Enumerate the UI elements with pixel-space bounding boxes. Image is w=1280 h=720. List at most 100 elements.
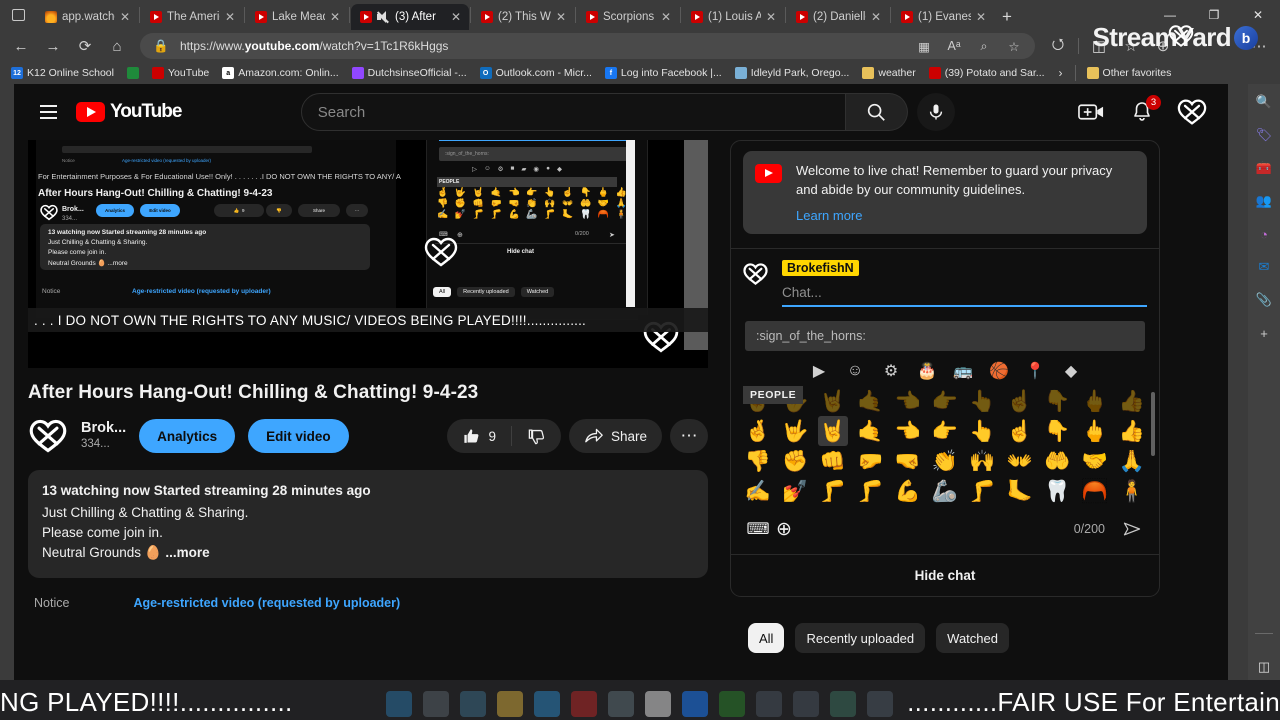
emoji-button[interactable]: 👉: [930, 386, 960, 416]
bookmark-item[interactable]: weather: [857, 65, 920, 81]
emoji-button[interactable]: ☝️: [1005, 386, 1035, 416]
address-bar[interactable]: 🔒 https://www.youtube.com/watch?v=1Tc1R6…: [140, 33, 1035, 59]
browser-essentials-icon[interactable]: ⭯: [1043, 32, 1073, 60]
video-player[interactable]: Notice Age-restricted video (requested b…: [28, 140, 708, 368]
emoji-button[interactable]: 🦵: [967, 476, 997, 506]
amazon-icon[interactable]: [645, 691, 671, 717]
file-explorer-icon[interactable]: [497, 691, 523, 717]
search-button[interactable]: [845, 93, 908, 131]
browser-tab[interactable]: Lake Mead Wa ✕: [246, 4, 348, 30]
emoji-button[interactable]: 👊: [818, 446, 848, 476]
search-icon[interactable]: 🔍: [1254, 92, 1274, 112]
emoji-button[interactable]: 👇: [1042, 386, 1072, 416]
places-icon[interactable]: 📍: [1025, 361, 1045, 380]
emoji-button[interactable]: 👆: [967, 416, 997, 446]
tab-close-icon[interactable]: ✕: [451, 11, 463, 23]
age-restricted-notice-link[interactable]: Age-restricted video (requested by uploa…: [133, 596, 400, 610]
emoji-button[interactable]: 🤛: [855, 446, 885, 476]
account-avatar-button[interactable]: [1174, 94, 1210, 130]
emoji-button[interactable]: 🦵: [855, 476, 885, 506]
emoji-button[interactable]: 🤲: [1042, 446, 1072, 476]
tab-close-icon[interactable]: ✕: [766, 11, 778, 23]
emoji-button[interactable]: 👆: [967, 386, 997, 416]
owner-avatar[interactable]: [28, 416, 68, 456]
steam-icon[interactable]: [608, 691, 634, 717]
search-input[interactable]: Search: [300, 93, 846, 131]
guide-menu-button[interactable]: [28, 92, 68, 132]
add-icon[interactable]: +: [1254, 323, 1274, 343]
emoji-button[interactable]: 💪: [893, 476, 923, 506]
voice-search-button[interactable]: [916, 93, 955, 131]
edge-icon[interactable]: [534, 691, 560, 717]
create-video-button[interactable]: [1074, 94, 1110, 130]
tab-close-icon[interactable]: ✕: [871, 11, 883, 23]
keyboard-icon[interactable]: ⌨: [745, 516, 771, 542]
bookmarks-overflow-button[interactable]: ›: [1053, 66, 1069, 80]
bookmark-item[interactable]: O Outlook.com - Micr...: [475, 65, 597, 81]
tab-close-icon[interactable]: ✕: [225, 11, 237, 23]
emoji-button[interactable]: 🙌: [967, 446, 997, 476]
emoji-button[interactable]: 🤙: [855, 416, 885, 446]
start-icon[interactable]: [386, 691, 412, 717]
bookmark-item[interactable]: f Log into Facebook |...: [600, 65, 727, 81]
tab-mute-icon[interactable]: [376, 11, 390, 24]
browser-tab[interactable]: (3) After ✕: [351, 4, 469, 30]
emoji-button[interactable]: 👉: [930, 416, 960, 446]
bookmark-item[interactable]: (39) Potato and Sar...: [924, 65, 1050, 81]
xbox-icon[interactable]: [719, 691, 745, 717]
smiley-icon[interactable]: ☺: [846, 361, 865, 380]
emoji-button[interactable]: ☝️: [1005, 416, 1035, 446]
emoji-button[interactable]: 👍: [1117, 386, 1147, 416]
browser-tab[interactable]: (2) This Week ✕: [472, 4, 574, 30]
emoji-button[interactable]: 👍: [1117, 416, 1147, 446]
browser-tab[interactable]: (1) Evanescen ✕: [892, 4, 994, 30]
show-more-link[interactable]: ...more: [165, 545, 209, 560]
tools-icon[interactable]: 🧰: [1254, 158, 1274, 178]
filter-chip[interactable]: Watched: [936, 623, 1009, 653]
bookmark-item[interactable]: [122, 65, 144, 81]
drop-icon[interactable]: 📎: [1254, 290, 1274, 310]
youtube-emoji-icon[interactable]: ▶: [810, 361, 829, 380]
emoji-button[interactable]: 🖕: [1080, 416, 1110, 446]
like-button[interactable]: 9: [447, 419, 511, 453]
emoji-button[interactable]: 🦷: [1042, 476, 1072, 506]
bookmark-item[interactable]: 12 K12 Online School: [6, 65, 119, 81]
emoji-button[interactable]: 👏: [930, 446, 960, 476]
emoji-button[interactable]: 🦾: [930, 476, 960, 506]
favorite-star-icon[interactable]: ☆: [1003, 35, 1025, 57]
tab-search-button[interactable]: [0, 0, 36, 30]
emoji-button[interactable]: 👐: [1005, 446, 1035, 476]
browser-tab[interactable]: (1) Louis Arms ✕: [682, 4, 784, 30]
app-icon-1[interactable]: [756, 691, 782, 717]
browser-tab[interactable]: The American ✕: [141, 4, 243, 30]
channel-name[interactable]: Brok...: [81, 420, 126, 437]
emoji-button[interactable]: 🤟: [780, 416, 810, 446]
browser-tab[interactable]: app.watchduty ✕: [36, 4, 138, 30]
emoji-button[interactable]: 🧍: [1117, 476, 1147, 506]
emoji-button[interactable]: 👇: [1042, 416, 1072, 446]
office-icon[interactable]: ◔: [1254, 224, 1274, 244]
learn-more-link[interactable]: Learn more: [796, 208, 1135, 223]
emoji-button[interactable]: ✊: [780, 446, 810, 476]
filter-chip[interactable]: All: [748, 623, 785, 653]
emoji-button[interactable]: 💅: [780, 476, 810, 506]
youtube-logo[interactable]: YouTube: [76, 101, 182, 123]
app-icon-4[interactable]: [867, 691, 893, 717]
notifications-button[interactable]: 3: [1124, 94, 1161, 130]
bookmark-item[interactable]: a Amazon.com: Onlin...: [217, 65, 343, 81]
browser-tab[interactable]: Scorpions Aco ✕: [577, 4, 679, 30]
share-button[interactable]: Share: [568, 419, 662, 453]
app-icon-2[interactable]: [793, 691, 819, 717]
food-icon[interactable]: 🎂: [917, 361, 937, 380]
emoji-button[interactable]: 🙏: [1117, 446, 1147, 476]
bookmark-other-favorites[interactable]: Other favorites: [1082, 65, 1177, 81]
tab-close-icon[interactable]: ✕: [976, 11, 988, 23]
emoji-button[interactable]: 🤜: [893, 446, 923, 476]
facebook-icon[interactable]: [682, 691, 708, 717]
emoji-button[interactable]: 👎: [743, 446, 773, 476]
emoji-button[interactable]: 🤙: [855, 386, 885, 416]
send-icon[interactable]: [1119, 516, 1145, 542]
forward-button[interactable]: →: [38, 32, 68, 60]
store-icon[interactable]: [460, 691, 486, 717]
bookmark-item[interactable]: YouTube: [147, 65, 214, 81]
